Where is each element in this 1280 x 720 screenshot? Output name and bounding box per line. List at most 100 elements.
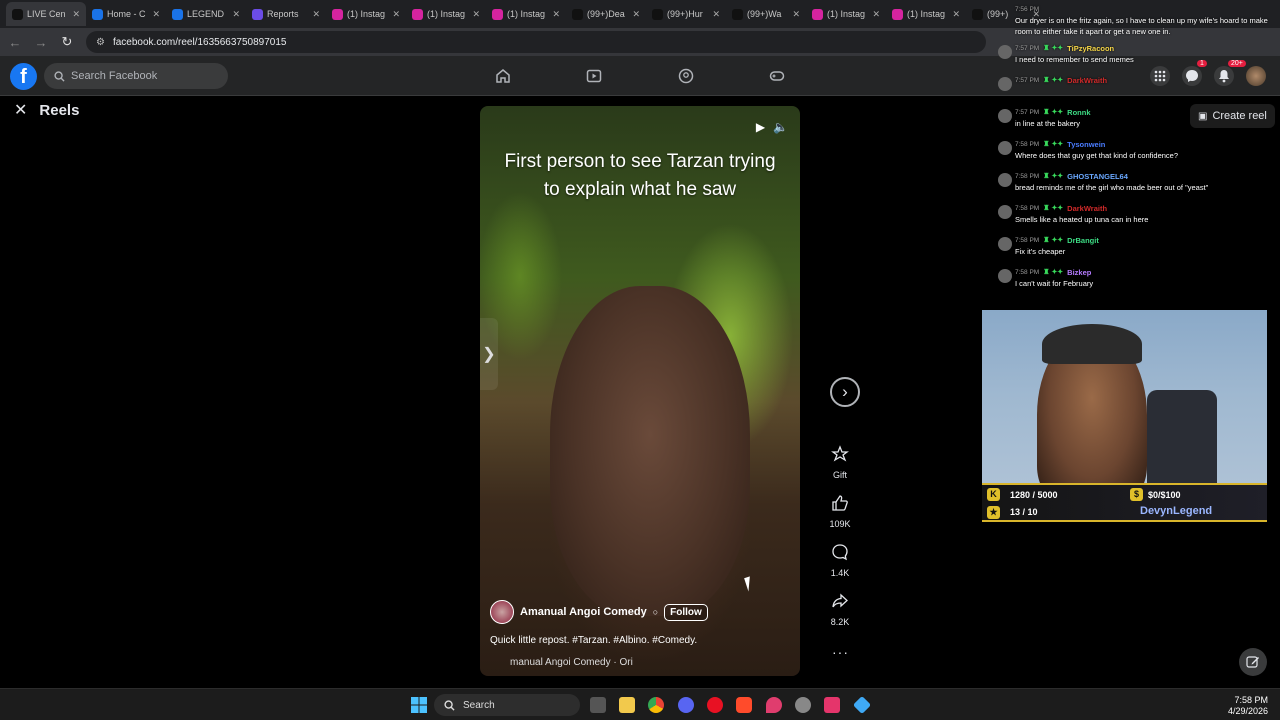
instagram-icon bbox=[332, 8, 343, 20]
chat-time: 7:56 PM bbox=[1015, 6, 1040, 13]
globe-icon bbox=[172, 8, 183, 20]
url-text: facebook.com/reel/1635663750897015 bbox=[112, 36, 287, 48]
browser-tab[interactable]: Home - C ✕ bbox=[86, 2, 166, 26]
share-icon bbox=[832, 593, 848, 608]
taskbar-search-label: Search bbox=[463, 699, 495, 711]
chat-username: GHOSTANGEL64 bbox=[1067, 172, 1128, 181]
browser-tab[interactable]: (99+)Dea ✕ bbox=[566, 2, 646, 26]
browser-tab-label: (1) Instag bbox=[427, 9, 466, 19]
author-avatar[interactable] bbox=[490, 600, 514, 624]
browser-tab[interactable]: (1) Instag ✕ bbox=[806, 2, 886, 26]
back-icon[interactable]: ← bbox=[8, 35, 22, 50]
forward-icon[interactable]: → bbox=[34, 35, 48, 50]
chat-time: 7:57 PM bbox=[1015, 45, 1040, 52]
close-tab-icon[interactable]: ✕ bbox=[872, 9, 880, 20]
chat-badge-icon: ♜ ✦✦ bbox=[1043, 109, 1064, 116]
more-options-icon[interactable]: ··· bbox=[832, 644, 849, 660]
browser-tab[interactable]: (1) Instag ✕ bbox=[486, 2, 566, 26]
chat-time: 7:58 PM bbox=[1015, 237, 1040, 244]
facebook-search-input[interactable]: Search Facebook bbox=[44, 63, 228, 89]
share-action[interactable]: 8.2K bbox=[822, 591, 858, 627]
gift-action[interactable]: Gift bbox=[822, 444, 858, 480]
video-icon[interactable] bbox=[586, 68, 602, 84]
comment-count: 1.4K bbox=[830, 568, 850, 578]
chat-text: bread reminds me of the girl who made be… bbox=[1015, 183, 1209, 192]
close-tab-icon[interactable]: ✕ bbox=[72, 9, 80, 20]
facebook-logo-icon[interactable]: f bbox=[10, 63, 37, 90]
close-tab-icon[interactable]: ✕ bbox=[472, 9, 480, 20]
comment-icon bbox=[832, 544, 848, 561]
discord-icon[interactable] bbox=[678, 697, 694, 713]
chat-username: Tysonwein bbox=[1067, 140, 1106, 149]
browser-tab-label: LIVE Cen bbox=[27, 9, 66, 19]
windows-start-icon[interactable] bbox=[411, 697, 427, 713]
app-icon-diamond[interactable] bbox=[852, 695, 872, 715]
kick-goal-icon: K bbox=[987, 488, 1000, 501]
tiktok-icon bbox=[732, 8, 743, 20]
reels-header: ✕ Reels bbox=[14, 100, 79, 120]
video-controls: ▶ 🔈 bbox=[756, 120, 788, 134]
browser-tab[interactable]: (1) Instag ✕ bbox=[326, 2, 406, 26]
chat-badge-icon: ♜ ✦✦ bbox=[1043, 141, 1064, 148]
chat-time: 7:57 PM bbox=[1015, 77, 1040, 84]
volume-icon[interactable]: 🔈 bbox=[773, 120, 788, 134]
sub-goal: 13 / 10 bbox=[1010, 507, 1038, 517]
reel-audio[interactable]: manual Angoi Comedy · Ori bbox=[510, 657, 633, 668]
chat-username: Bizkep bbox=[1067, 268, 1092, 277]
file-explorer-icon[interactable] bbox=[619, 697, 635, 713]
url-field[interactable]: ⚙ facebook.com/reel/1635663750897015 bbox=[86, 31, 986, 53]
close-icon[interactable]: ✕ bbox=[14, 100, 27, 120]
follower-goal: 1280 / 5000 bbox=[1010, 490, 1058, 500]
task-view-icon[interactable] bbox=[590, 697, 606, 713]
chat-username: DarkWraith bbox=[1067, 76, 1108, 85]
close-tab-icon[interactable]: ✕ bbox=[552, 9, 560, 20]
browser-tab[interactable]: (1) Instag ✕ bbox=[886, 2, 966, 26]
close-tab-icon[interactable]: ✕ bbox=[712, 9, 720, 20]
close-tab-icon[interactable]: ✕ bbox=[152, 9, 160, 20]
browser-tab[interactable]: (1) Instag ✕ bbox=[406, 2, 486, 26]
browser-tab[interactable]: LEGEND ✕ bbox=[166, 2, 246, 26]
close-tab-icon[interactable]: ✕ bbox=[952, 9, 960, 20]
taskbar-clock[interactable]: 7:58 PM 4/29/2026 bbox=[1224, 695, 1268, 717]
app-icon-pin[interactable] bbox=[766, 697, 782, 713]
reel-video[interactable]: First person to see Tarzan trying to exp… bbox=[480, 106, 800, 676]
stream-chat-overlay: 7:56 PM Our dryer is on the fritz again,… bbox=[990, 4, 1276, 299]
author-name[interactable]: Amanual Angoi Comedy bbox=[520, 606, 647, 618]
browser-tab[interactable]: Reports ✕ bbox=[246, 2, 326, 26]
gaming-icon[interactable] bbox=[769, 68, 785, 84]
close-tab-icon[interactable]: ✕ bbox=[792, 9, 800, 20]
close-tab-icon[interactable]: ✕ bbox=[312, 9, 320, 20]
app-icon-t[interactable] bbox=[824, 697, 840, 713]
home-icon[interactable] bbox=[495, 68, 511, 84]
media-player-icon[interactable] bbox=[707, 697, 723, 713]
previous-reel-arrow-icon[interactable]: ❯ bbox=[480, 318, 498, 390]
app-icon-flame[interactable] bbox=[736, 697, 752, 713]
browser-tab[interactable]: (99+)Wa ✕ bbox=[726, 2, 806, 26]
play-icon[interactable]: ▶ bbox=[756, 120, 765, 134]
like-action[interactable]: 109K bbox=[822, 493, 858, 529]
streamer-name: DevynLegend bbox=[1140, 505, 1213, 517]
browser-tab[interactable]: (99+)Hur ✕ bbox=[646, 2, 726, 26]
taskbar-search[interactable]: Search bbox=[434, 694, 580, 716]
chrome-icon[interactable] bbox=[648, 697, 664, 713]
close-tab-icon[interactable]: ✕ bbox=[632, 9, 640, 20]
chat-message: 7:58 PM ♜ ✦✦ DrBangit Fix it's cheaper bbox=[990, 235, 1276, 261]
next-reel-button[interactable]: › bbox=[830, 377, 860, 407]
settings-icon[interactable] bbox=[795, 697, 811, 713]
follow-button[interactable]: Follow bbox=[664, 603, 708, 621]
reload-icon[interactable]: ↻ bbox=[60, 34, 74, 50]
chat-text: Smells like a heated up tuna can in here bbox=[1015, 215, 1149, 224]
browser-tab[interactable]: LIVE Cen ✕ bbox=[6, 2, 86, 26]
close-tab-icon[interactable]: ✕ bbox=[232, 9, 240, 20]
site-info-icon[interactable]: ⚙ bbox=[96, 37, 105, 48]
sub-goal-icon: ★ bbox=[987, 506, 1000, 519]
close-tab-icon[interactable]: ✕ bbox=[392, 9, 400, 20]
new-message-button[interactable] bbox=[1239, 648, 1267, 676]
chat-avatar bbox=[998, 205, 1012, 219]
groups-icon[interactable] bbox=[678, 68, 694, 84]
chat-avatar bbox=[998, 45, 1012, 59]
search-icon bbox=[54, 70, 65, 82]
reels-title: Reels bbox=[39, 101, 80, 119]
comment-action[interactable]: 1.4K bbox=[822, 542, 858, 578]
chat-text: in line at the bakery bbox=[1015, 119, 1081, 128]
